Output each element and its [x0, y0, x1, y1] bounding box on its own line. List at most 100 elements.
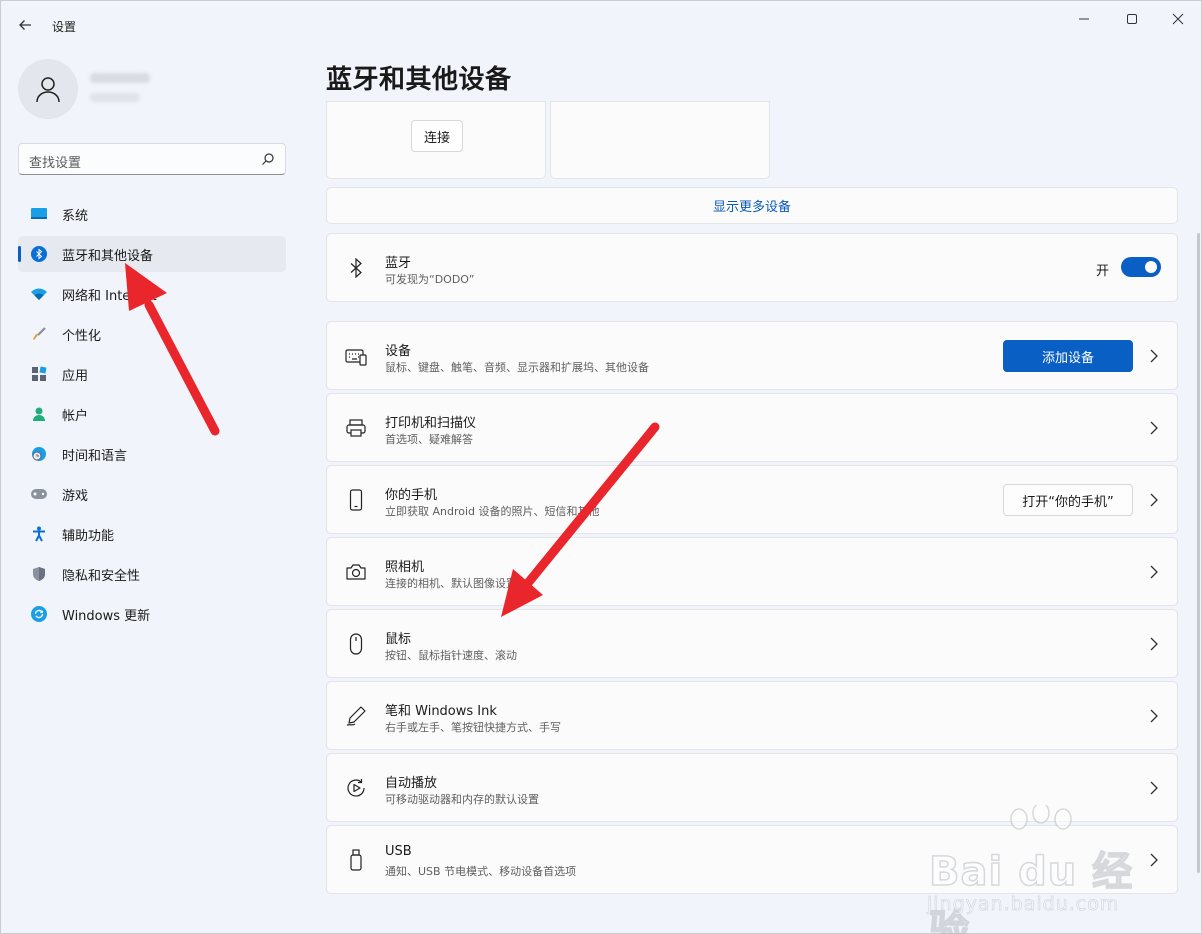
monitor-icon: [30, 205, 48, 223]
bluetooth-title: 蓝牙: [385, 256, 412, 271]
usb-icon: [345, 849, 367, 871]
search-icon: [262, 153, 274, 165]
printer-icon: [345, 417, 367, 439]
sidebar-item-label: 个性化: [62, 328, 102, 344]
sidebar-item-privacy[interactable]: 隐私和安全性: [18, 556, 286, 592]
row-title: 鼠标: [385, 632, 412, 647]
settings-window: 设置 查找设置 系统 蓝牙和其他设备 网络和 Internet 个性化 应用 帐…: [0, 0, 1202, 934]
sidebar-item-accounts[interactable]: 帐户: [18, 396, 286, 432]
sidebar-item-network[interactable]: 网络和 Internet: [18, 276, 286, 312]
sidebar-item-time-language[interactable]: 时间和语言: [18, 436, 286, 472]
scrollbar[interactable]: [1197, 233, 1200, 873]
sidebar-item-label: 游戏: [62, 488, 89, 504]
sidebar-item-label: 网络和 Internet: [62, 288, 157, 304]
back-button[interactable]: [11, 11, 39, 39]
sidebar-item-label: 蓝牙和其他设备: [62, 248, 154, 264]
row-subtitle: 连接的相机、默认图像设置: [385, 577, 517, 590]
show-more-devices-label: 显示更多设备: [712, 200, 791, 215]
sidebar-item-windows-update[interactable]: Windows 更新: [18, 596, 286, 632]
row-subtitle: 通知、USB 节电模式、移动设备首选项: [385, 865, 577, 878]
sidebar-item-label: 应用: [62, 368, 89, 384]
row-devices[interactable]: 设备 鼠标、键盘、触笔、音频、显示器和扩展坞、其他设备 添加设备: [326, 321, 1178, 390]
sidebar-item-label: 辅助功能: [62, 528, 115, 544]
brush-icon: [30, 325, 48, 343]
bluetooth-subtitle: 可发现为“DODO”: [385, 273, 475, 286]
row-title: 笔和 Windows Ink: [385, 704, 497, 719]
open-your-phone-button[interactable]: 打开“你的手机”: [1003, 484, 1133, 516]
row-title: USB: [385, 844, 412, 859]
arrow-left-icon: [19, 20, 31, 30]
sidebar-item-accessibility[interactable]: 辅助功能: [18, 516, 286, 552]
row-your-phone[interactable]: 你的手机 立即获取 Android 设备的照片、短信和其他 打开“你的手机”: [326, 465, 1178, 534]
bluetooth-card: 蓝牙 可发现为“DODO” 开: [326, 233, 1178, 302]
sidebar-nav: 系统 蓝牙和其他设备 网络和 Internet 个性化 应用 帐户 时间和语言: [18, 196, 286, 636]
row-camera[interactable]: 照相机 连接的相机、默认图像设置: [326, 537, 1178, 606]
row-mouse[interactable]: 鼠标 按钮、鼠标指针速度、滚动: [326, 609, 1178, 678]
active-indicator: [18, 246, 21, 262]
add-device-button[interactable]: 添加设备: [1003, 340, 1133, 372]
avatar: [18, 59, 78, 119]
row-title: 照相机: [385, 560, 425, 575]
row-pen-ink[interactable]: 笔和 Windows Ink 右手或左手、笔按钮快捷方式、手写: [326, 681, 1178, 750]
bluetooth-toggle[interactable]: [1121, 257, 1161, 277]
sidebar-item-label: 系统: [62, 208, 89, 224]
chevron-right-icon: [1150, 493, 1158, 507]
keyboard-devices-icon: [345, 345, 367, 367]
search-placeholder: 查找设置: [29, 156, 82, 171]
chevron-right-icon: [1150, 637, 1158, 651]
row-subtitle: 首选项、疑难解答: [385, 433, 473, 446]
person-icon: [36, 77, 60, 103]
watermark-url: jingyan.baidu.com: [927, 893, 1120, 916]
sidebar-item-personalization[interactable]: 个性化: [18, 316, 286, 352]
pen-icon: [345, 705, 367, 727]
bluetooth-toggle-label: 开: [1095, 264, 1109, 279]
page-title: 蓝牙和其他设备: [326, 65, 512, 95]
close-button[interactable]: [1155, 7, 1201, 31]
wifi-icon: [30, 285, 48, 303]
row-subtitle: 按钮、鼠标指针速度、滚动: [385, 649, 517, 662]
shield-icon: [30, 565, 48, 583]
sidebar-item-apps[interactable]: 应用: [18, 356, 286, 392]
device-tile: [550, 101, 770, 179]
apps-icon: [30, 365, 48, 383]
user-icon: [30, 405, 48, 423]
chevron-right-icon: [1150, 781, 1158, 795]
row-title: 你的手机: [385, 488, 438, 503]
profile-name-blurred: [90, 73, 150, 83]
row-subtitle: 立即获取 Android 设备的照片、短信和其他: [385, 505, 600, 518]
row-printers[interactable]: 打印机和扫描仪 首选项、疑难解答: [326, 393, 1178, 462]
minimize-button[interactable]: [1061, 7, 1107, 31]
clock-globe-icon: [30, 445, 48, 463]
camera-icon: [345, 561, 367, 583]
connect-button[interactable]: 连接: [411, 120, 463, 152]
bluetooth-icon: [30, 245, 48, 263]
sidebar-item-label: Windows 更新: [62, 608, 151, 624]
chevron-right-icon: [1150, 349, 1158, 363]
autoplay-icon: [345, 777, 367, 799]
bluetooth-icon: [345, 257, 367, 279]
gamepad-icon: [30, 485, 48, 503]
mouse-icon: [345, 633, 367, 655]
minimize-icon: [1079, 18, 1089, 20]
device-tile: 连接: [326, 101, 546, 179]
profile-type-blurred: [90, 93, 140, 102]
sidebar-item-label: 隐私和安全性: [62, 568, 141, 584]
show-more-devices-button[interactable]: 显示更多设备: [326, 187, 1178, 224]
close-icon: [1172, 13, 1184, 25]
profile[interactable]: [18, 59, 150, 119]
app-title: 设置: [52, 20, 77, 34]
accessibility-icon: [30, 525, 48, 543]
refresh-icon: [30, 605, 48, 623]
search-input[interactable]: 查找设置: [18, 143, 286, 175]
row-title: 自动播放: [385, 776, 438, 791]
sidebar-item-system[interactable]: 系统: [18, 196, 286, 232]
sidebar-item-label: 时间和语言: [62, 448, 128, 464]
row-title: 打印机和扫描仪: [385, 416, 477, 431]
chevron-right-icon: [1150, 709, 1158, 723]
sidebar-item-gaming[interactable]: 游戏: [18, 476, 286, 512]
maximize-button[interactable]: [1109, 7, 1155, 31]
chevron-right-icon: [1150, 565, 1158, 579]
sidebar-item-bluetooth[interactable]: 蓝牙和其他设备: [18, 236, 286, 272]
title-bar: 设置: [1, 1, 1201, 49]
watermark-brand: Bai du 经验: [928, 848, 1134, 934]
